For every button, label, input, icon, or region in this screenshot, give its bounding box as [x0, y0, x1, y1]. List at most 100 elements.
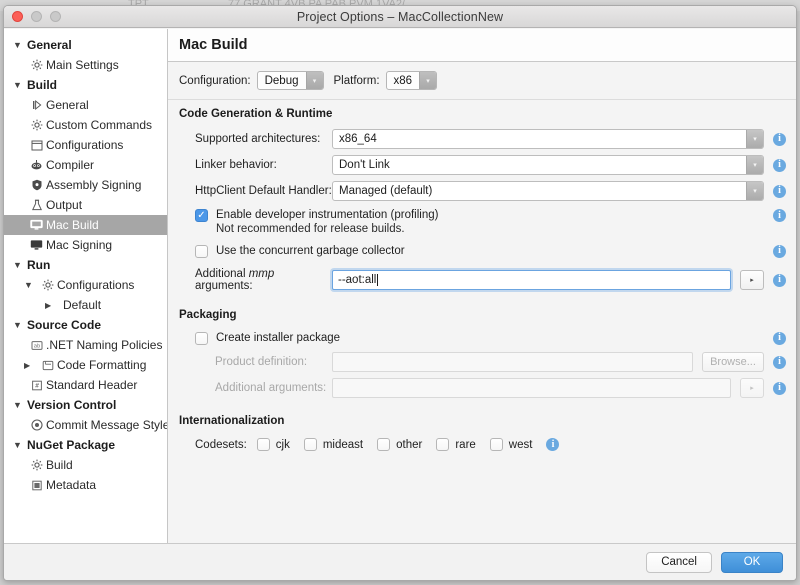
enable-instrumentation-checkbox[interactable]: ✓ — [195, 209, 208, 222]
twisty-icon[interactable]: ▼ — [13, 320, 27, 330]
supported-architectures-select[interactable]: x86_64 ▾ — [332, 129, 764, 149]
codeset-other[interactable]: other — [377, 438, 422, 451]
codeset-cjk-checkbox[interactable] — [257, 438, 270, 451]
twisty-icon[interactable]: ▼ — [24, 280, 38, 290]
configuration-toolbar: Configuration: Debug ▾ Platform: x86 ▾ — [168, 62, 796, 100]
additional-mmp-arguments-menu-button[interactable]: ▸ — [740, 270, 764, 290]
codeset-rare-checkbox[interactable] — [436, 438, 449, 451]
close-button[interactable] — [12, 11, 23, 22]
cancel-button[interactable]: Cancel — [646, 552, 712, 573]
section-title-code-generation: Code Generation & Runtime — [168, 100, 796, 126]
standard-header-icon: # — [27, 380, 46, 391]
ok-button[interactable]: OK — [721, 552, 783, 573]
sidebar-item-code-formatting[interactable]: ▶ Code Formatting — [4, 355, 167, 375]
create-installer-package-label: Create installer package — [216, 331, 340, 345]
codeset-west[interactable]: west — [490, 438, 533, 451]
twisty-icon[interactable]: ▶ — [24, 361, 38, 370]
codeset-mideast-checkbox[interactable] — [304, 438, 317, 451]
sidebar-group-label: Source Code — [27, 318, 101, 332]
twisty-icon[interactable]: ▼ — [13, 440, 27, 450]
twisty-icon[interactable]: ▼ — [13, 40, 27, 50]
settings-sidebar[interactable]: ▼ General Main Settings ▼ Build General — [4, 29, 168, 543]
sidebar-item-label: Mac Build — [46, 218, 99, 232]
sidebar-item-commit-message-style[interactable]: Commit Message Style — [4, 415, 167, 435]
info-icon[interactable]: i — [773, 159, 786, 172]
sidebar-group-label: NuGet Package — [27, 438, 115, 452]
twisty-icon[interactable]: ▶ — [45, 301, 59, 310]
sidebar-group-run[interactable]: ▼ Run — [4, 255, 167, 275]
info-icon[interactable]: i — [773, 185, 786, 198]
sidebar-item-build-general[interactable]: General — [4, 95, 167, 115]
sidebar-item-net-naming-policies[interactable]: ab .NET Naming Policies — [4, 335, 167, 355]
twisty-icon[interactable]: ▼ — [13, 80, 27, 90]
packaging-additional-arguments-input[interactable] — [332, 378, 731, 398]
browse-button[interactable]: Browse... — [702, 352, 764, 372]
sidebar-item-label: Compiler — [46, 158, 94, 172]
chevron-down-icon[interactable]: ▾ — [746, 182, 763, 200]
sidebar-item-label: Default — [63, 298, 101, 312]
sidebar-item-configurations[interactable]: Configurations — [4, 135, 167, 155]
sidebar-group-label: Run — [27, 258, 50, 272]
supported-architectures-value: x86_64 — [333, 130, 746, 148]
chevron-down-icon[interactable]: ▾ — [746, 156, 763, 174]
concurrent-gc-checkbox[interactable] — [195, 245, 208, 258]
sidebar-item-compiler[interactable]: Compiler — [4, 155, 167, 175]
info-icon[interactable]: i — [773, 245, 786, 258]
linker-behavior-select[interactable]: Don't Link ▾ — [332, 155, 764, 175]
sidebar-item-main-settings[interactable]: Main Settings — [4, 55, 167, 75]
twisty-icon[interactable]: ▼ — [13, 400, 27, 410]
chevron-down-icon[interactable]: ▾ — [746, 130, 763, 148]
info-icon[interactable]: i — [773, 133, 786, 146]
sidebar-group-version-control[interactable]: ▼ Version Control — [4, 395, 167, 415]
chevron-down-icon[interactable]: ▾ — [419, 72, 436, 89]
sidebar-item-standard-header[interactable]: # Standard Header — [4, 375, 167, 395]
packaging-additional-arguments-label: Additional arguments: — [215, 382, 332, 394]
twisty-icon[interactable]: ▼ — [13, 260, 27, 270]
sidebar-item-nuget-metadata[interactable]: Metadata — [4, 475, 167, 495]
platform-select[interactable]: x86 ▾ — [386, 71, 438, 90]
gear-icon — [27, 59, 46, 71]
sidebar-item-mac-build[interactable]: Mac Build — [4, 215, 167, 235]
info-icon[interactable]: i — [773, 382, 786, 395]
sidebar-group-source-code[interactable]: ▼ Source Code — [4, 315, 167, 335]
sidebar-item-run-default[interactable]: ▶ Default — [4, 295, 167, 315]
info-icon[interactable]: i — [773, 274, 786, 287]
sidebar-item-label: .NET Naming Policies — [46, 338, 162, 352]
concurrent-gc-label: Use the concurrent garbage collector — [216, 244, 405, 258]
sidebar-item-nuget-build[interactable]: Build — [4, 455, 167, 475]
info-icon[interactable]: i — [546, 438, 559, 451]
codeset-cjk[interactable]: cjk — [257, 438, 290, 451]
create-installer-package-checkbox[interactable] — [195, 332, 208, 345]
httpclient-handler-value: Managed (default) — [333, 182, 746, 200]
codeset-cjk-label: cjk — [276, 439, 290, 451]
enable-instrumentation-subtext: Not recommended for release builds. — [216, 223, 405, 235]
maximize-button[interactable] — [50, 11, 61, 22]
sidebar-group-label: Version Control — [27, 398, 116, 412]
product-definition-input[interactable] — [332, 352, 693, 372]
sidebar-item-assembly-signing[interactable]: Assembly Signing — [4, 175, 167, 195]
additional-mmp-arguments-input[interactable]: --aot:all — [332, 270, 731, 290]
sidebar-group-general[interactable]: ▼ General — [4, 35, 167, 55]
sidebar-item-run-configurations[interactable]: ▼ Configurations — [4, 275, 167, 295]
sidebar-item-custom-commands[interactable]: Custom Commands — [4, 115, 167, 135]
info-icon[interactable]: i — [773, 356, 786, 369]
info-icon[interactable]: i — [773, 332, 786, 345]
sidebar-group-nuget-package[interactable]: ▼ NuGet Package — [4, 435, 167, 455]
chevron-down-icon[interactable]: ▾ — [306, 72, 323, 89]
minimize-button[interactable] — [31, 11, 42, 22]
info-icon[interactable]: i — [773, 209, 786, 222]
sidebar-group-build[interactable]: ▼ Build — [4, 75, 167, 95]
sidebar-item-mac-signing[interactable]: Mac Signing — [4, 235, 167, 255]
sidebar-item-label: Build — [46, 458, 73, 472]
sidebar-item-output[interactable]: Output — [4, 195, 167, 215]
codeset-rare[interactable]: rare — [436, 438, 475, 451]
codeset-mideast[interactable]: mideast — [304, 438, 363, 451]
httpclient-handler-select[interactable]: Managed (default) ▾ — [332, 181, 764, 201]
codeset-west-checkbox[interactable] — [490, 438, 503, 451]
packaging-additional-arguments-menu-button[interactable]: ▸ — [740, 378, 764, 398]
enable-instrumentation-label: Enable developer instrumentation (profil… — [216, 209, 438, 221]
sidebar-item-label: Code Formatting — [57, 358, 146, 372]
configuration-select[interactable]: Debug ▾ — [257, 71, 324, 90]
codeset-other-checkbox[interactable] — [377, 438, 390, 451]
sidebar-group-label: General — [27, 38, 72, 52]
